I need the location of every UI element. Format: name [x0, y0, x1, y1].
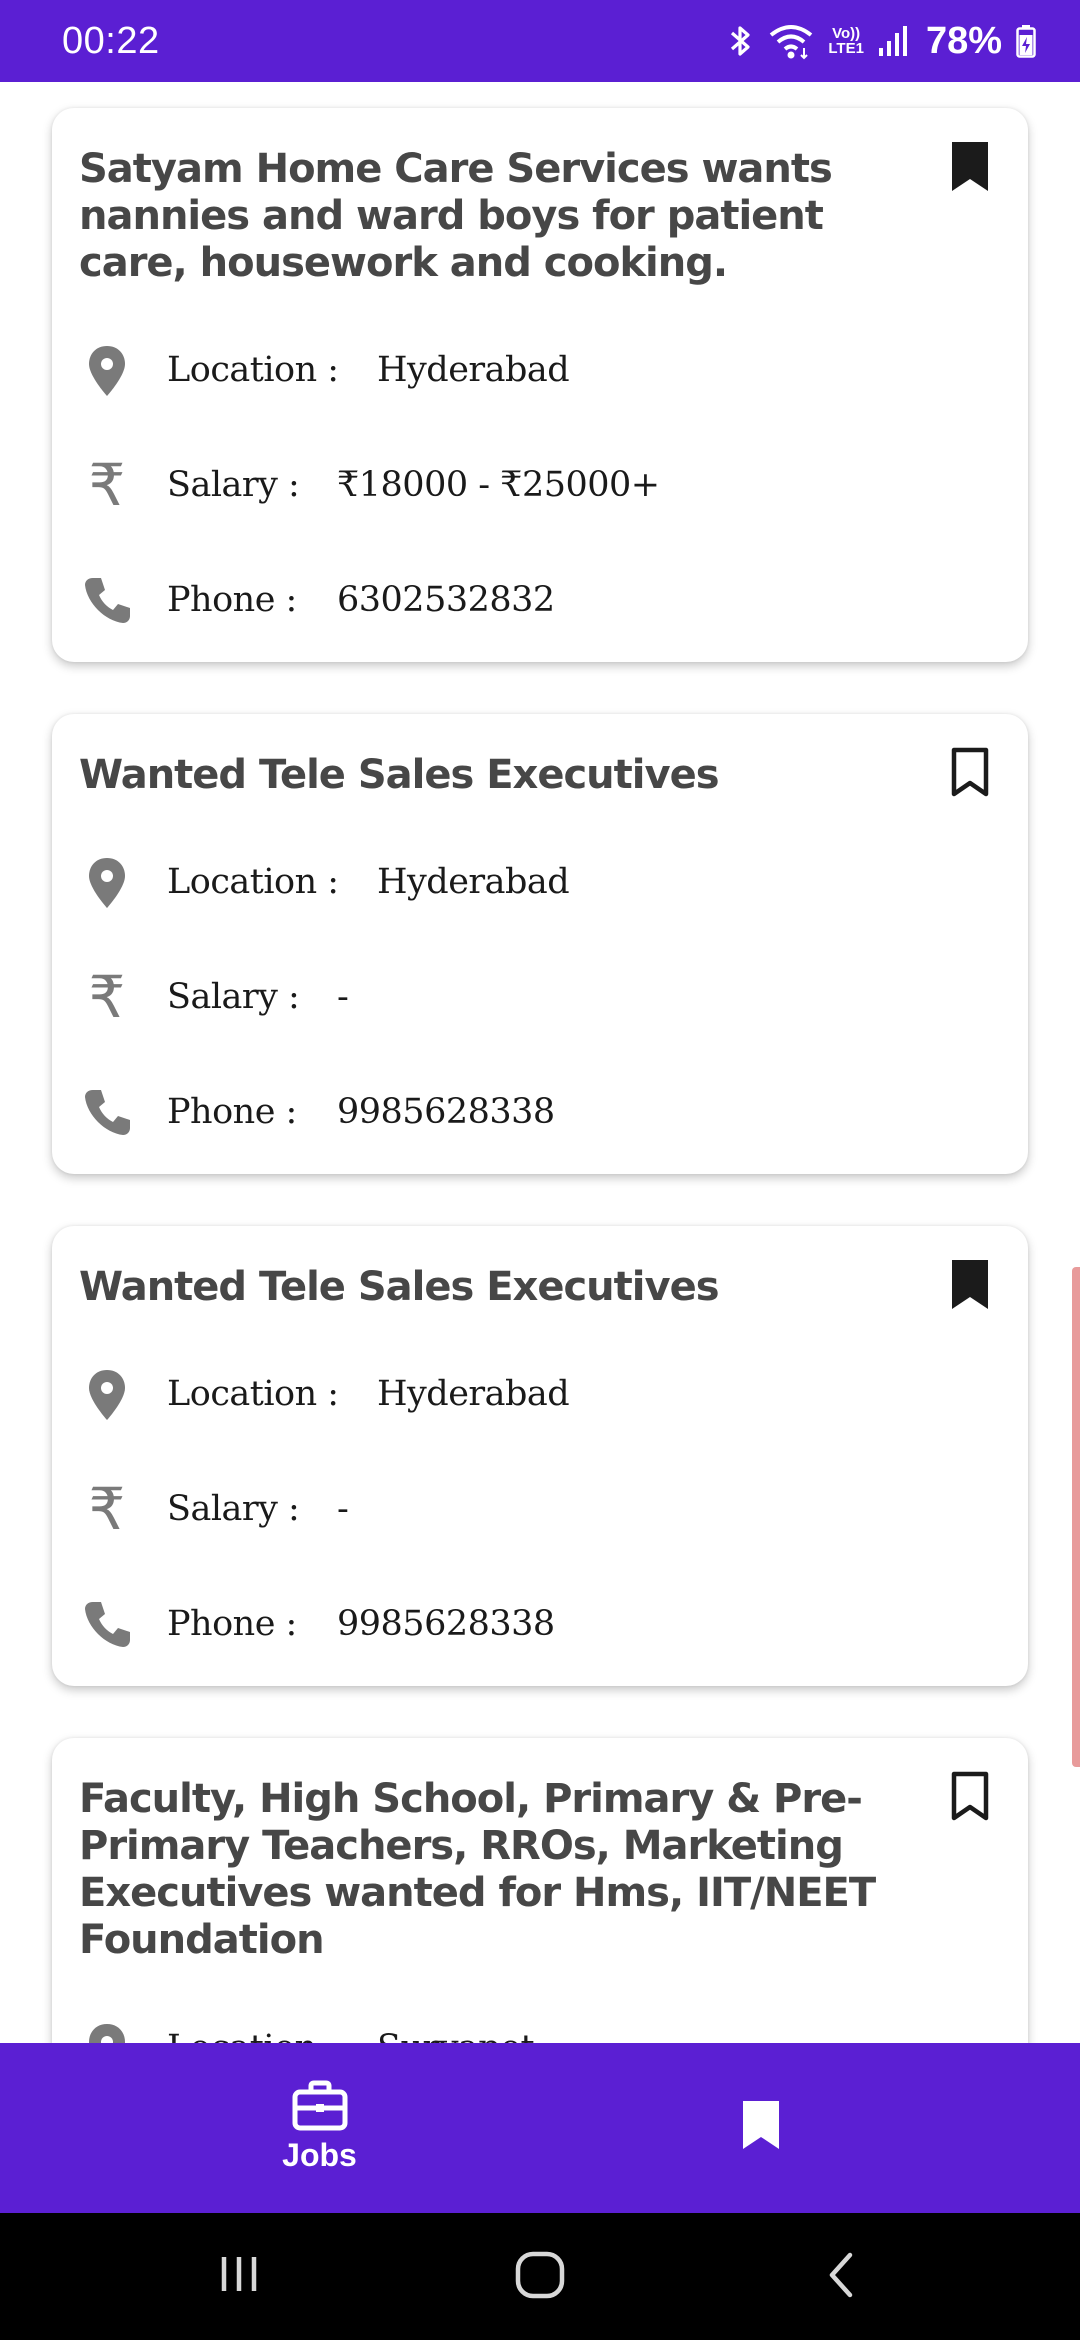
location-label: Location :: [167, 1374, 339, 1414]
salary-label: Salary :: [167, 1489, 300, 1529]
status-icons: Vo)) LTE1 78%: [728, 20, 1036, 63]
location-value: Hyderabad: [377, 350, 570, 390]
job-list[interactable]: Satyam Home Care Services wants nannies …: [0, 82, 1080, 2043]
phone-row[interactable]: Phone : 9985628338: [77, 1082, 977, 1142]
rupee-icon: ₹: [88, 1475, 126, 1543]
rupee-icon: ₹: [88, 963, 126, 1031]
phone-row[interactable]: Phone : 6302532832: [77, 570, 977, 630]
bookmark-outline-icon[interactable]: [948, 1770, 992, 1824]
location-value: Hyderabad: [377, 1374, 570, 1414]
location-label: Location :: [167, 350, 339, 390]
rupee-icon: ₹: [88, 451, 126, 519]
home-icon[interactable]: [514, 2249, 566, 2301]
network-type: Vo)) LTE1: [828, 26, 864, 56]
nav-saved-tab[interactable]: [740, 2099, 782, 2151]
status-bar: 00:22 Vo)) LTE1 78%: [0, 0, 1080, 82]
phone-value[interactable]: 6302532832: [337, 580, 555, 620]
bottom-navigation: Jobs: [0, 2043, 1080, 2213]
salary-row: ₹ Salary : ₹18000 - ₹25000+: [77, 455, 977, 515]
salary-value: -: [337, 977, 349, 1017]
phone-icon: [85, 1090, 130, 1135]
phone-icon: [85, 578, 130, 623]
salary-row: ₹ Salary : -: [77, 1479, 977, 1539]
back-icon[interactable]: [822, 2249, 862, 2301]
recent-apps-icon[interactable]: [214, 2249, 264, 2299]
job-title: Wanted Tele Sales Executives: [79, 752, 720, 798]
location-row: Location : Suryapet: [77, 2018, 977, 2043]
salary-label: Salary :: [167, 977, 300, 1017]
job-title: Wanted Tele Sales Executives: [79, 1264, 720, 1310]
location-row: Location : Hyderabad: [77, 852, 977, 912]
nav-jobs-tab[interactable]: Jobs: [252, 2079, 387, 2174]
scrollbar[interactable]: [1072, 1267, 1080, 1767]
status-time: 00:22: [62, 19, 160, 62]
location-row: Location : Hyderabad: [77, 1364, 977, 1424]
job-title: Faculty, High School, Primary & Pre-Prim…: [79, 1776, 876, 1963]
briefcase-icon: [292, 2080, 347, 2131]
location-pin-icon: [89, 1370, 125, 1420]
phone-icon: [85, 1602, 130, 1647]
job-title: Satyam Home Care Services wants nannies …: [79, 146, 833, 286]
location-pin-icon: [89, 2024, 125, 2043]
bookmark-filled-icon[interactable]: [948, 140, 992, 194]
battery-percent: 78%: [925, 19, 1002, 62]
phone-label: Phone :: [167, 580, 297, 620]
salary-value: ₹18000 - ₹25000+: [337, 465, 660, 505]
signal-icon: [878, 26, 907, 56]
system-navigation-bar: [0, 2213, 1080, 2340]
location-label: Location :: [167, 2028, 339, 2043]
location-value: Suryapet: [377, 2028, 535, 2043]
job-card[interactable]: Wanted Tele Sales Executives Location : …: [52, 714, 1028, 1174]
bluetooth-icon: [731, 26, 750, 56]
nav-jobs-label: Jobs: [282, 2137, 357, 2173]
phone-label: Phone :: [167, 1092, 297, 1132]
phone-value[interactable]: 9985628338: [337, 1092, 555, 1132]
job-card[interactable]: Wanted Tele Sales Executives Location : …: [52, 1226, 1028, 1686]
salary-value: -: [337, 1489, 349, 1529]
job-card[interactable]: Faculty, High School, Primary & Pre-Prim…: [52, 1738, 1028, 2043]
lte-label: LTE1: [828, 40, 864, 57]
job-card[interactable]: Satyam Home Care Services wants nannies …: [52, 108, 1028, 662]
phone-label: Phone :: [167, 1604, 297, 1644]
volte-label: Vo)): [832, 25, 861, 42]
location-pin-icon: [89, 858, 125, 908]
battery-charging-icon: [1016, 25, 1036, 58]
bookmark-filled-icon[interactable]: [948, 1258, 992, 1312]
location-pin-icon: [89, 346, 125, 396]
phone-value[interactable]: 9985628338: [337, 1604, 555, 1644]
salary-row: ₹ Salary : -: [77, 967, 977, 1027]
location-row: Location : Hyderabad: [77, 340, 977, 400]
bookmark-outline-icon[interactable]: [948, 746, 992, 800]
phone-row[interactable]: Phone : 9985628338: [77, 1594, 977, 1654]
salary-label: Salary :: [167, 465, 300, 505]
wifi-icon: [770, 25, 813, 60]
location-value: Hyderabad: [377, 862, 570, 902]
location-label: Location :: [167, 862, 339, 902]
